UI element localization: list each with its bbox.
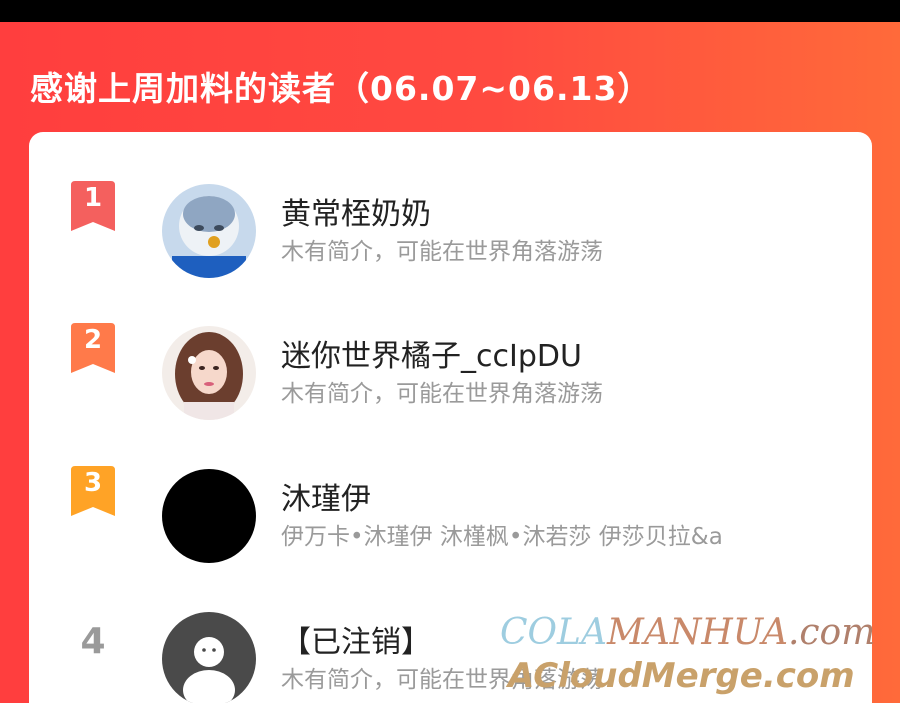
readers-card: 1 黄常桎奶奶 木有简介，可能在世界角落游荡 2 迷你世界橘子_ccIpDU 木… [29,132,872,703]
rank-badge-icon: 1 [69,181,117,233]
reader-row-3[interactable]: 3 沐瑾伊 伊万卡•沐瑾伊 沐槿枫•沐若莎 伊莎贝拉&a [29,442,872,563]
reader-row-2[interactable]: 2 迷你世界橘子_ccIpDU 木有简介，可能在世界角落游荡 [29,299,872,420]
page-title: 感谢上周加料的读者（06.07~06.13） [30,69,652,108]
default-avatar[interactable] [162,612,256,703]
reader-row-1[interactable]: 1 黄常桎奶奶 木有简介，可能在世界角落游荡 [29,157,872,278]
reader-name[interactable]: 黄常桎奶奶 [281,189,431,233]
black-avatar[interactable] [162,469,256,563]
reader-name[interactable]: 【已注销】 [281,617,431,661]
reader-name[interactable]: 迷你世界橘子_ccIpDU [281,331,582,375]
rank-number: 3 [83,468,103,498]
reader-bio: 木有简介，可能在世界角落游荡 [281,239,603,265]
reader-row-4[interactable]: 4 【已注销】 木有简介，可能在世界角落游荡 [29,585,872,703]
photo-avatar[interactable] [162,326,256,420]
weekly-readers-panel: 感谢上周加料的读者（06.07~06.13） 1 黄常桎奶奶 木有简介，可能在世… [0,22,900,703]
reader-bio: 木有简介，可能在世界角落游荡 [281,381,603,407]
reader-bio: 木有简介，可能在世界角落游荡 [281,667,603,693]
reader-bio: 伊万卡•沐瑾伊 沐槿枫•沐若莎 伊莎贝拉&a [281,524,723,550]
rank-number: 2 [83,325,103,355]
rank-number: 4 [80,621,106,662]
rank-badge-icon: 3 [69,466,117,518]
cartoon-avatar[interactable] [162,184,256,278]
rank-number: 1 [83,183,103,213]
rank-badge-icon: 2 [69,323,117,375]
reader-name[interactable]: 沐瑾伊 [281,474,371,518]
